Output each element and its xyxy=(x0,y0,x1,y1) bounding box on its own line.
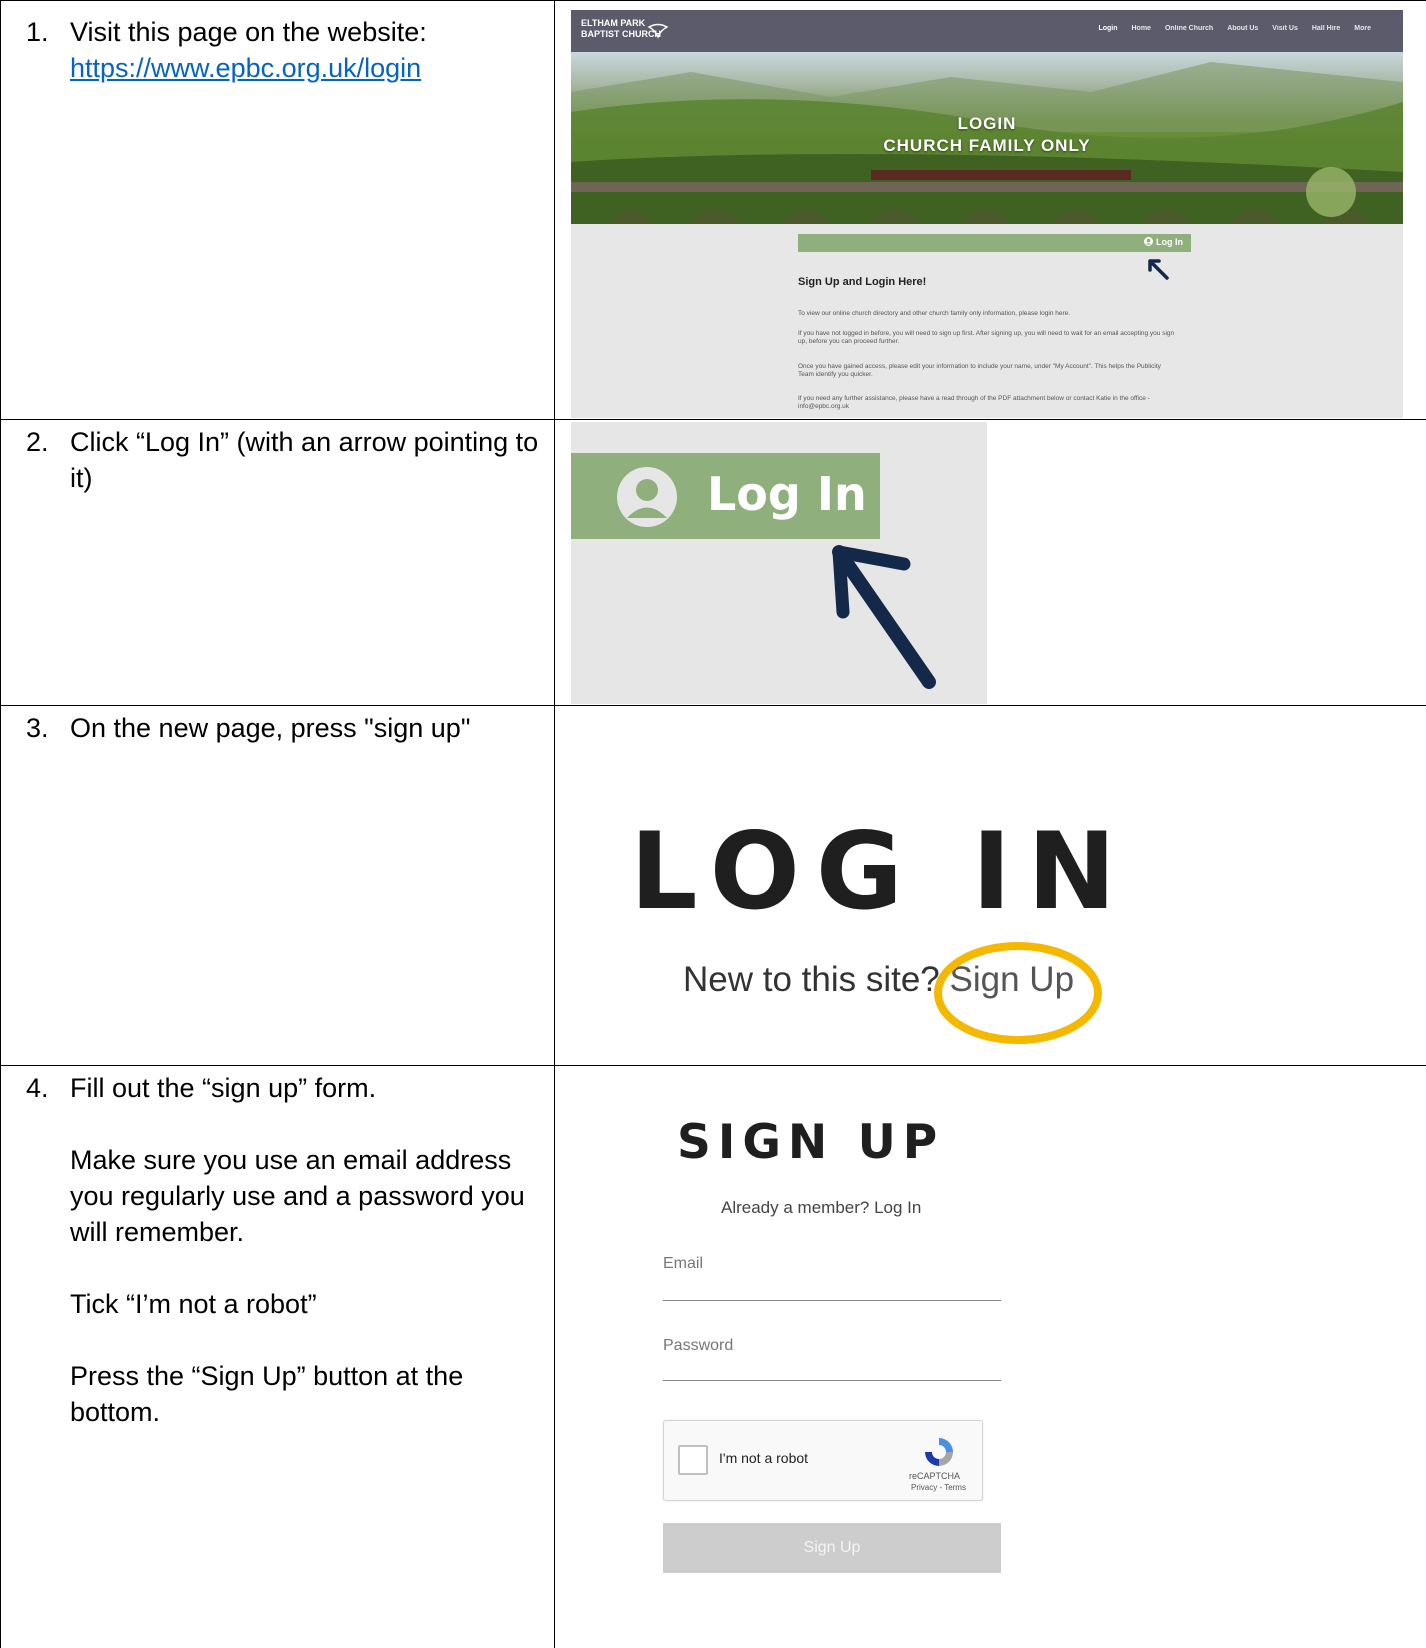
hero-banner-image: LOGIN CHURCH FAMILY ONLY xyxy=(571,52,1403,224)
table-border-row1 xyxy=(0,419,1426,420)
sign-up-button[interactable]: Sign Up xyxy=(663,1523,1001,1573)
nav-item-about-us[interactable]: About Us xyxy=(1227,25,1258,32)
website-link[interactable]: https://www.epbc.org.uk/login xyxy=(70,53,421,83)
step-text: Click “Log In” (with an arrow pointing t… xyxy=(70,427,539,493)
table-border-middle xyxy=(554,0,555,1648)
site-nav-links: Login Home Online Church About Us Visit … xyxy=(1098,25,1371,32)
login-button-zoom-screenshot: Log In xyxy=(571,422,987,704)
info-paragraph: If you need any further assistance, plea… xyxy=(798,395,1150,410)
recaptcha-terms[interactable]: Privacy - Terms xyxy=(911,1483,966,1492)
arrow-pointer-icon xyxy=(832,545,936,689)
login-button[interactable]: Log In xyxy=(1144,237,1183,247)
login-page-screenshot: ELTHAM PARK BAPTIST CHURCH Login Home On… xyxy=(571,10,1403,418)
step-text: Press the “Sign Up” button at the bottom… xyxy=(70,1361,464,1427)
hero-title-line-2: CHURCH FAMILY ONLY xyxy=(883,136,1091,155)
arrow-pointer-icon xyxy=(1148,259,1169,280)
user-avatar-icon xyxy=(1144,237,1153,246)
step-text: Make sure you use an email address you r… xyxy=(70,1145,525,1247)
password-field[interactable]: Password xyxy=(663,1337,733,1355)
recaptcha-widget: I'm not a robot reCAPTCHA Privacy - Term… xyxy=(663,1420,983,1501)
password-field-underline xyxy=(663,1380,1001,1381)
step-number: 3. xyxy=(26,713,49,743)
new-to-site-text: New to this site? xyxy=(683,960,940,999)
table-border-left xyxy=(0,0,1,1648)
dove-logo-icon xyxy=(647,23,669,39)
step-text: Fill out the “sign up” form. xyxy=(70,1073,377,1103)
user-avatar-icon xyxy=(617,467,677,527)
step-number: 2. xyxy=(26,427,49,457)
step-number: 4. xyxy=(26,1073,49,1103)
recaptcha-logo-icon xyxy=(925,1438,953,1466)
table-border-top xyxy=(0,0,1426,1)
recaptcha-label: I'm not a robot xyxy=(719,1450,809,1466)
hero-title-line-1: LOGIN xyxy=(957,114,1017,133)
nav-item-login[interactable]: Login xyxy=(1098,25,1117,32)
login-bar: Log In xyxy=(798,234,1191,252)
info-paragraph: If you have not logged in before, you wi… xyxy=(798,330,1175,345)
login-page-title: LOG IN xyxy=(630,810,1132,933)
step-number: 1. xyxy=(26,17,49,47)
login-button-label: Log In xyxy=(707,467,867,521)
email-field[interactable]: Email xyxy=(663,1255,703,1273)
nav-item-online-church[interactable]: Online Church xyxy=(1165,25,1213,32)
table-border-row2 xyxy=(0,705,1426,706)
nav-item-more[interactable]: More xyxy=(1354,25,1371,32)
step-text: On the new page, press "sign up" xyxy=(70,713,471,743)
email-field-underline xyxy=(663,1300,1001,1301)
step-text: Visit this page on the website: xyxy=(70,17,427,47)
info-paragraph: To view our online church directory and … xyxy=(798,310,1071,317)
login-button-label: Log In xyxy=(1156,237,1183,247)
nav-item-home[interactable]: Home xyxy=(1132,25,1151,32)
login-button-large[interactable]: Log In xyxy=(571,453,880,539)
highlight-circle-icon xyxy=(934,942,1102,1044)
recaptcha-brand: reCAPTCHA xyxy=(909,1471,961,1481)
signup-login-heading: Sign Up and Login Here! xyxy=(798,276,927,288)
info-paragraph: Once you have gained access, please edit… xyxy=(798,363,1161,378)
site-nav-bar: ELTHAM PARK BAPTIST CHURCH Login Home On… xyxy=(571,10,1403,52)
recaptcha-checkbox[interactable] xyxy=(678,1445,708,1475)
already-member-link[interactable]: Already a member? Log In xyxy=(721,1198,921,1218)
nav-item-visit-us[interactable]: Visit Us xyxy=(1272,25,1298,32)
step-text: Tick “I’m not a robot” xyxy=(70,1289,317,1319)
nav-item-hall-hire[interactable]: Hall Hire xyxy=(1312,25,1340,32)
table-border-row3 xyxy=(0,1065,1426,1066)
signup-page-title: SIGN UP xyxy=(677,1115,945,1170)
